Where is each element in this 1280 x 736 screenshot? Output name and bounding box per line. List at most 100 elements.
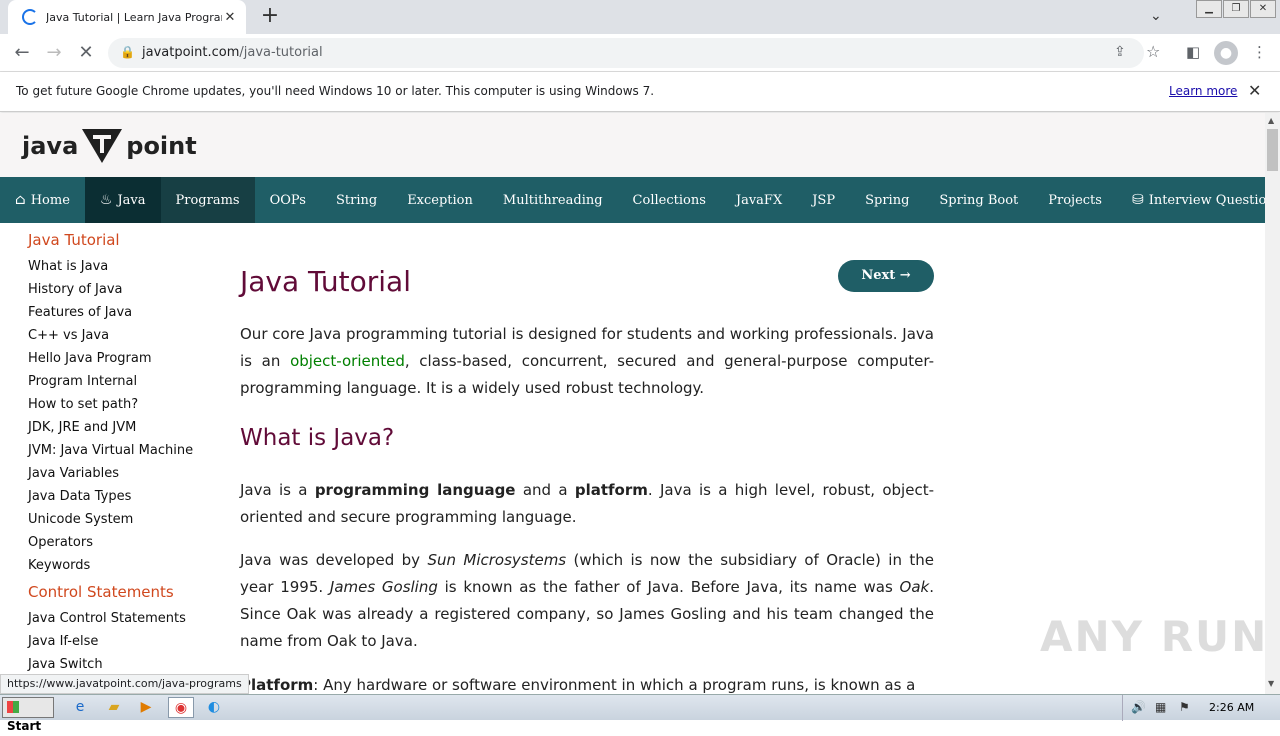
media-player-icon[interactable]: ▶	[134, 697, 158, 718]
sidebar-item[interactable]: JVM: Java Virtual Machine	[28, 439, 218, 462]
learn-more-link[interactable]: Learn more	[1169, 84, 1237, 98]
sidebar-heading[interactable]: Control Statements	[28, 583, 218, 601]
logo-text-left: java	[22, 132, 79, 160]
menu-label: Programs	[175, 192, 240, 208]
start-button[interactable]: Start	[2, 697, 54, 733]
forward-icon[interactable]: →	[42, 41, 66, 65]
sidebar-item[interactable]: JDK, JRE and JVM	[28, 416, 218, 439]
menu-item-spring-boot[interactable]: Spring Boot	[924, 177, 1033, 223]
next-button[interactable]: Next →	[838, 260, 934, 292]
infobar-close-icon[interactable]: ✕	[1248, 81, 1261, 100]
menu-item-collections[interactable]: Collections	[618, 177, 721, 223]
volume-icon[interactable]: 🔊	[1131, 700, 1146, 714]
menu-item-javafx[interactable]: JavaFX	[721, 177, 797, 223]
intro-paragraph: Our core Java programming tutorial is de…	[240, 325, 934, 397]
status-url-bubble: https://www.javatpoint.com/java-programs	[0, 674, 249, 694]
menu-label: Exception	[407, 192, 473, 208]
start-label: Start	[7, 719, 42, 733]
anyrun-watermark: ANY RUN	[1040, 612, 1269, 661]
web-page: java point ⌂ Home ♨ Java Programs OOPs Str…	[0, 113, 1265, 694]
new-tab-button[interactable]: +	[258, 5, 282, 29]
browser-toolbar: ← → ✕ 🔒 javatpoint.com/java-tutorial ⇪ ☆…	[0, 34, 1280, 72]
sidebar-item[interactable]: Java If-else	[28, 630, 218, 653]
interview-icon: ⛁	[1131, 192, 1144, 208]
sidebar-item[interactable]: Keywords	[28, 554, 218, 577]
tab-strip: Java Tutorial | Learn Java Programm ✕ + …	[0, 0, 1280, 34]
sidebar-item[interactable]: History of Java	[28, 278, 218, 301]
sidebar-item[interactable]: Features of Java	[28, 301, 218, 324]
address-bar[interactable]: 🔒 javatpoint.com/java-tutorial ⇪ ☆	[108, 38, 1160, 68]
sidebar-heading[interactable]: Java Tutorial	[28, 231, 218, 249]
page-scrollbar[interactable]: ▲ ▼	[1265, 113, 1280, 694]
share-icon[interactable]: ⇪	[1114, 44, 1126, 60]
infobar-message: To get future Google Chrome updates, you…	[16, 84, 655, 98]
sidebar-item[interactable]: Unicode System	[28, 508, 218, 531]
menu-item-jsp[interactable]: JSP	[797, 177, 850, 223]
sidebar-item[interactable]: Program Internal	[28, 370, 218, 393]
menu-item-oops[interactable]: OOPs	[255, 177, 321, 223]
back-icon[interactable]: ←	[10, 41, 34, 65]
sidebar-item[interactable]: Operators	[28, 531, 218, 554]
clock[interactable]: 2:26 AM	[1209, 701, 1254, 714]
sidebar-item[interactable]: C++ vs Java	[28, 324, 218, 347]
action-center-flag-icon[interactable]: ⚑	[1179, 700, 1190, 714]
tutorial-sidebar: Java Tutorial What is Java History of Jav…	[28, 231, 218, 676]
windows-flag-icon	[7, 701, 19, 713]
site-nav-menu: ⌂ Home ♨ Java Programs OOPs String Excepti…	[0, 177, 1265, 223]
edge-icon[interactable]: ◐	[202, 697, 226, 718]
menu-item-interview-questions[interactable]: ⛁Interview Questions	[1117, 177, 1265, 223]
menu-label: Spring	[865, 192, 910, 208]
menu-label: Multithreading	[502, 192, 603, 208]
url-text[interactable]: javatpoint.com/java-tutorial	[142, 45, 323, 60]
browser-tab[interactable]: Java Tutorial | Learn Java Programm ✕	[8, 0, 246, 34]
close-window-button[interactable]: ✕	[1250, 0, 1276, 18]
menu-item-home[interactable]: ⌂ Home	[0, 177, 85, 223]
chrome-taskbar-icon[interactable]: ◉	[168, 697, 194, 718]
tab-search-icon[interactable]: ⌄	[1150, 8, 1162, 24]
paragraph: Java is a programming language and a pla…	[240, 481, 934, 526]
close-tab-icon[interactable]: ✕	[222, 10, 238, 25]
java-cup-icon: ♨	[99, 192, 113, 208]
sidebar-item[interactable]: What is Java	[28, 255, 218, 278]
scrollbar-thumb[interactable]	[1267, 129, 1278, 171]
scroll-up-icon[interactable]: ▲	[1268, 116, 1274, 125]
loading-spinner-icon	[22, 9, 38, 25]
stop-icon[interactable]: ✕	[74, 41, 98, 65]
sidebar-item[interactable]: How to set path?	[28, 393, 218, 416]
menu-item-programs[interactable]: Programs	[160, 177, 255, 223]
menu-item-exception[interactable]: Exception	[392, 177, 488, 223]
site-logo[interactable]: java point	[22, 129, 197, 163]
menu-item-spring[interactable]: Spring	[850, 177, 924, 223]
minimize-button[interactable]: ▁	[1196, 0, 1222, 18]
menu-label: Interview Questions	[1148, 192, 1265, 208]
restore-button[interactable]: ❐	[1223, 0, 1249, 18]
bookmark-star-icon[interactable]: ☆	[1146, 42, 1160, 61]
menu-item-projects[interactable]: Projects	[1033, 177, 1117, 223]
lock-icon[interactable]: 🔒	[120, 45, 135, 59]
menu-item-string[interactable]: String	[321, 177, 392, 223]
sidebar-item[interactable]: Java Control Statements	[28, 607, 218, 630]
menu-item-java[interactable]: ♨ Java	[84, 177, 161, 223]
sidebar-item[interactable]: Hello Java Program	[28, 347, 218, 370]
explorer-icon[interactable]: ▰	[102, 697, 126, 718]
article-content: Java Tutorial Next → Our core Java progr…	[225, 238, 950, 694]
sidebar-item[interactable]: Java Switch	[28, 653, 218, 676]
sidebar-item[interactable]: Java Variables	[28, 462, 218, 485]
menu-item-multithreading[interactable]: Multithreading	[488, 177, 618, 223]
profile-avatar[interactable]: ●	[1214, 41, 1238, 65]
scroll-down-icon[interactable]: ▼	[1268, 679, 1274, 688]
tab-title: Java Tutorial | Learn Java Programm	[46, 10, 222, 24]
logo-text-right: point	[126, 132, 197, 160]
menu-label: Java	[117, 192, 146, 208]
sidebar-item[interactable]: Java Data Types	[28, 485, 218, 508]
network-icon[interactable]: ▦	[1155, 700, 1166, 714]
page-title: Java Tutorial	[240, 265, 411, 298]
side-panel-icon[interactable]: ◧	[1186, 43, 1200, 61]
ie-icon[interactable]: e	[68, 697, 92, 718]
logo-t-icon	[82, 129, 123, 163]
chrome-menu-icon[interactable]: ⋮	[1252, 43, 1267, 61]
menu-label: Spring Boot	[939, 192, 1019, 208]
menu-label: String	[335, 192, 378, 208]
object-oriented-link[interactable]: object-oriented	[290, 352, 405, 370]
windows-taskbar: Start e ▰ ▶ ◉ ◐ 🔊 ▦ ⚑ 2:26 AM	[0, 694, 1280, 733]
